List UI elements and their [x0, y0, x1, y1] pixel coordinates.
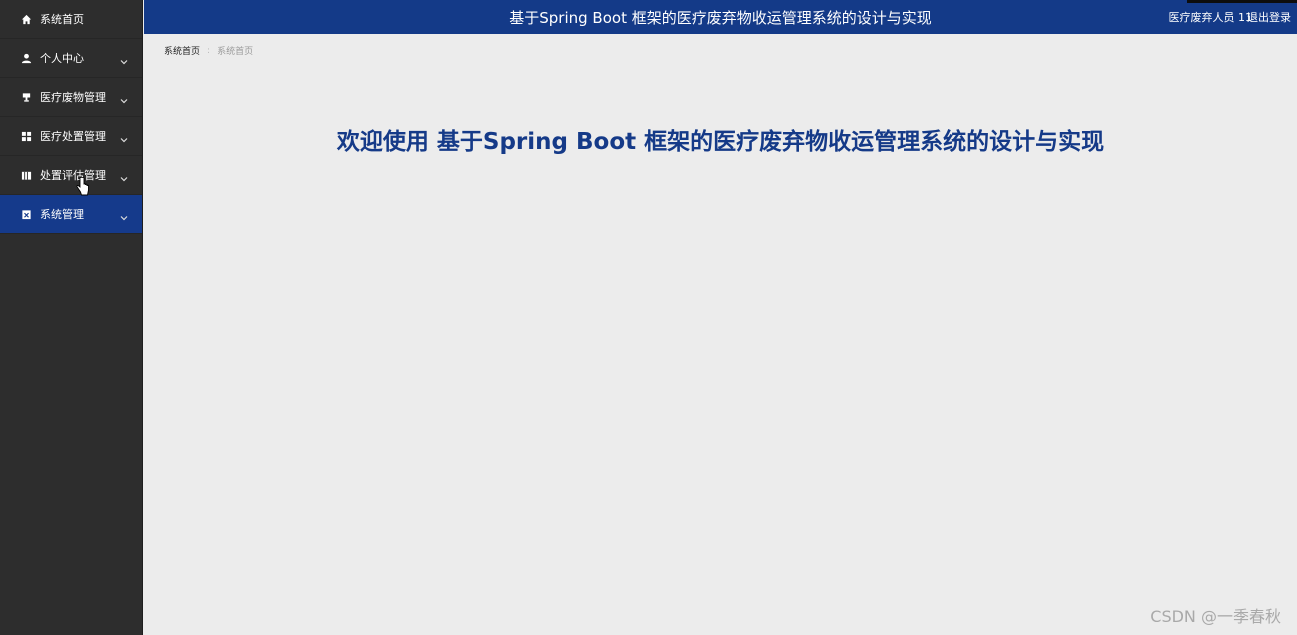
sidebar-item-label: 个人中心: [40, 52, 84, 65]
header-corner-strip: [1187, 0, 1297, 3]
app-root: 系统首页 个人中心 医疗废物管理 医疗处置管理 处置评估管理 系统管理 基于Sp…: [0, 0, 1297, 635]
sidebar-item-disposal-evaluation[interactable]: 处置评估管理: [0, 156, 142, 195]
sidebar-item-system-management[interactable]: 系统管理: [0, 195, 142, 234]
watermark: CSDN @一季春秋: [1150, 607, 1281, 626]
clipboard-icon: [20, 208, 32, 220]
logout-button[interactable]: 退出登录: [1247, 9, 1291, 25]
sidebar-item-label: 医疗废物管理: [40, 91, 106, 104]
chevron-down-icon: [119, 169, 129, 182]
home-icon: [20, 13, 32, 25]
chevron-down-icon: [119, 208, 129, 221]
sidebar-item-label: 处置评估管理: [40, 169, 106, 182]
sidebar-item-medical-disposal[interactable]: 医疗处置管理: [0, 117, 142, 156]
sidebar-item-medical-waste[interactable]: 医疗废物管理: [0, 78, 142, 117]
breadcrumb-home-link[interactable]: 系统首页: [164, 44, 200, 57]
sidebar: 系统首页 个人中心 医疗废物管理 医疗处置管理 处置评估管理 系统管理: [0, 0, 143, 635]
sidebar-item-label: 系统首页: [40, 13, 84, 26]
welcome-heading: 欢迎使用 基于Spring Boot 框架的医疗废弃物收运管理系统的设计与实现: [336, 129, 1105, 155]
top-header: 基于Spring Boot 框架的医疗废弃物收运管理系统的设计与实现 医疗废弃人…: [144, 0, 1297, 34]
breadcrumb-current: 系统首页: [217, 47, 254, 57]
sidebar-item-label: 系统管理: [40, 208, 84, 221]
current-user-label: 医疗废弃人员 11: [1168, 11, 1253, 24]
breadcrumb: 系统首页 : 系统首页: [164, 44, 254, 58]
chevron-down-icon: [119, 52, 129, 65]
trophy-icon: [20, 91, 32, 103]
sidebar-item-home[interactable]: 系统首页: [0, 0, 142, 39]
hand-cursor-icon: [76, 176, 90, 197]
sidebar-item-label: 医疗处置管理: [40, 130, 106, 143]
sidebar-item-personal-center[interactable]: 个人中心: [0, 39, 142, 78]
chevron-down-icon: [119, 130, 129, 143]
app-title: 基于Spring Boot 框架的医疗废弃物收运管理系统的设计与实现: [509, 9, 932, 27]
grid-icon: [20, 130, 32, 142]
user-icon: [20, 52, 32, 64]
chevron-down-icon: [119, 91, 129, 104]
book-icon: [20, 169, 32, 181]
breadcrumb-separator: :: [207, 45, 211, 56]
